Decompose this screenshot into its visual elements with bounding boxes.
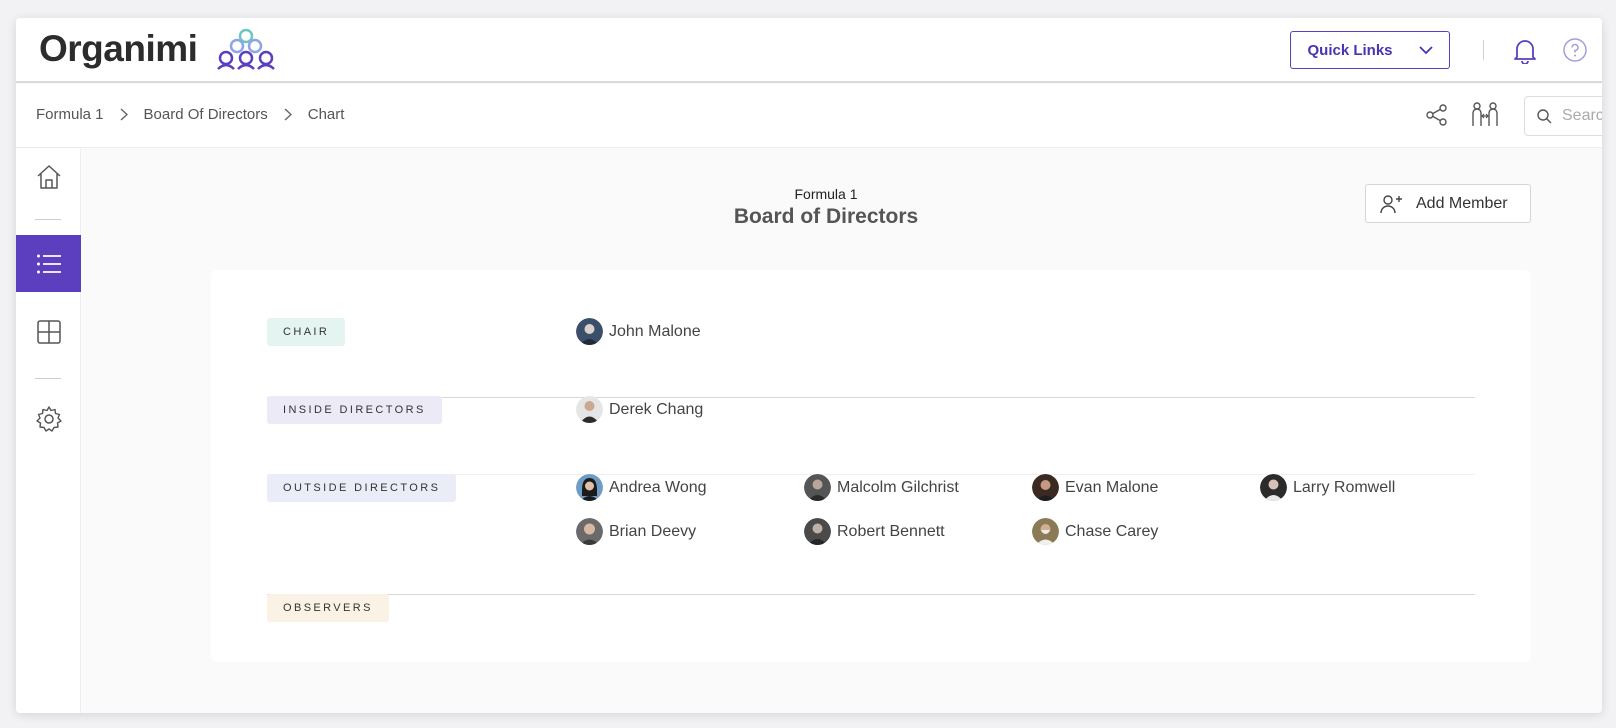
member-john-malone[interactable]: John Malone [576, 318, 701, 345]
sidebar-item-grid[interactable] [16, 304, 81, 360]
member-evan-malone[interactable]: Evan Malone [1032, 474, 1158, 501]
member-larry-romwell[interactable]: Larry Romwell [1260, 474, 1395, 501]
sidebar [16, 149, 81, 713]
add-member-button[interactable]: Add Member [1365, 184, 1531, 223]
breadcrumb-item[interactable]: Chart [308, 106, 345, 123]
logo-text: Organimi [39, 28, 198, 69]
top-bar: Organimi Quick Links [16, 18, 1602, 83]
sidebar-item-home[interactable] [16, 149, 81, 205]
avatar [576, 396, 603, 423]
grid-icon [36, 320, 61, 344]
avatar [804, 474, 831, 501]
gear-icon [35, 406, 62, 432]
inside-directors-badge: INSIDE DIRECTORS [267, 396, 442, 424]
sidebar-divider [35, 219, 61, 220]
avatar [576, 318, 603, 345]
avatar [1032, 518, 1059, 545]
search-input[interactable]: Search [1524, 96, 1602, 136]
member-malcolm-gilchrist[interactable]: Malcolm Gilchrist [804, 474, 959, 501]
sidebar-item-list[interactable] [16, 235, 81, 292]
people-icon[interactable] [1471, 102, 1499, 128]
quick-links-button[interactable]: Quick Links [1290, 31, 1450, 69]
board-card: CHAIR John Malone INSIDE DIRECTORS Derek… [211, 270, 1531, 662]
breadcrumb-bar: Formula 1 Board Of Directors Chart Searc [16, 84, 1602, 148]
member-name: Malcolm Gilchrist [837, 478, 959, 496]
logo[interactable]: Organimi [39, 28, 281, 70]
chevron-down-icon [1418, 45, 1433, 54]
observers-badge: OBSERVERS [267, 594, 389, 622]
home-icon [36, 165, 61, 189]
page-title: Board of Directors [733, 205, 919, 228]
quick-links-label: Quick Links [1307, 41, 1393, 59]
list-icon [36, 254, 61, 273]
member-brian-deevy[interactable]: Brian Deevy [576, 518, 696, 545]
member-name: Brian Deevy [609, 522, 697, 540]
member-andrea-wong[interactable]: Andrea Wong [576, 474, 707, 501]
member-chase-carey[interactable]: Chase Carey [1032, 518, 1158, 545]
logo-icon [217, 28, 276, 70]
member-name: Derek Chang [609, 400, 704, 418]
add-member-label: Add Member [1416, 194, 1508, 212]
avatar [804, 518, 831, 545]
app-window: Organimi Quick Links Formula 1 Board Of … [16, 18, 1602, 713]
divider [1483, 40, 1484, 60]
member-derek-chang[interactable]: Derek Chang [576, 396, 703, 423]
sidebar-divider [35, 378, 61, 379]
avatar [1260, 474, 1287, 501]
page-subtitle: Formula 1 [794, 186, 858, 202]
member-name: John Malone [609, 322, 701, 340]
outside-directors-badge: OUTSIDE DIRECTORS [267, 474, 457, 502]
member-robert-bennett[interactable]: Robert Bennett [804, 518, 945, 545]
add-user-icon [1380, 194, 1402, 213]
search-icon [1537, 108, 1552, 123]
member-name: Larry Romwell [1293, 478, 1396, 496]
member-name: Andrea Wong [609, 478, 707, 496]
avatar [576, 518, 603, 545]
section-chair: CHAIR John Malone [267, 318, 1475, 370]
avatar [576, 474, 603, 501]
bell-icon[interactable] [1513, 38, 1537, 64]
chair-badge: CHAIR [267, 318, 346, 346]
member-name: Chase Carey [1065, 522, 1159, 540]
breadcrumb-item[interactable]: Formula 1 [36, 106, 104, 123]
help-icon[interactable] [1563, 38, 1587, 62]
section-outside-directors: OUTSIDE DIRECTORS Andrea Wong Malcolm Gi… [267, 474, 1475, 568]
chevron-right-icon [120, 108, 128, 121]
sidebar-item-settings[interactable] [16, 391, 81, 447]
search-placeholder: Search [1562, 107, 1602, 124]
avatar [1032, 474, 1059, 501]
breadcrumb: Formula 1 Board Of Directors Chart [36, 106, 344, 123]
share-icon[interactable] [1426, 104, 1448, 126]
breadcrumb-item[interactable]: Board Of Directors [144, 106, 268, 123]
member-name: Evan Malone [1065, 478, 1159, 496]
chevron-right-icon [284, 108, 292, 121]
section-observers: OBSERVERS [267, 594, 1475, 646]
section-inside-directors: INSIDE DIRECTORS Derek Chang [267, 396, 1475, 448]
member-name: Robert Bennett [837, 522, 945, 540]
